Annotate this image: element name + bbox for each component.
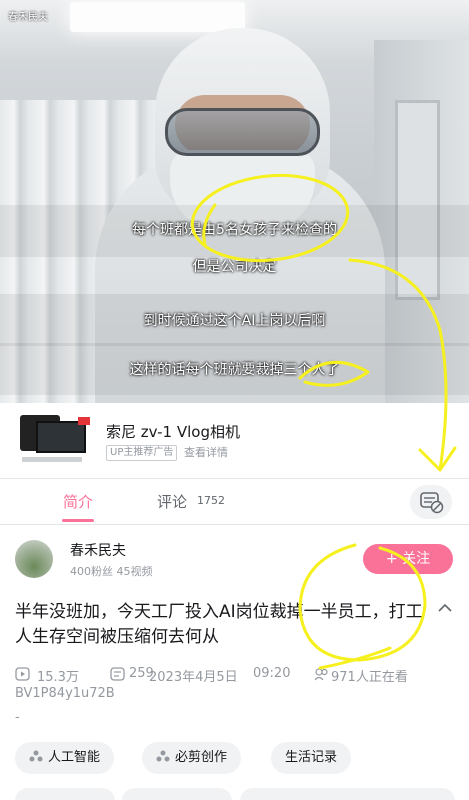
tag-chip[interactable]: 人工智能 xyxy=(15,742,115,774)
goggles xyxy=(165,108,320,156)
danmaku-icon xyxy=(110,667,125,681)
subtitle-line-1: 每个班都是由5名女孩子来检查的 xyxy=(132,222,337,238)
ad-title[interactable]: 索尼 zv-1 Vlog相机 xyxy=(106,421,240,442)
video-player[interactable]: 春禾民夫 每个班都是由5名女孩子来检查的 但是公司决定 到时候通过这个AI上岗以… xyxy=(0,0,469,403)
danmaku-toggle-button[interactable] xyxy=(410,485,452,519)
play-count-icon xyxy=(15,667,30,681)
topic-icon xyxy=(29,750,43,762)
tag-chip[interactable]: 必剪创作 xyxy=(142,742,242,774)
uploader-stats: 400粉丝 45视频 xyxy=(70,565,153,578)
ad-details-link[interactable]: 查看详情 xyxy=(184,445,228,461)
comments-count: 1752 xyxy=(197,494,225,507)
tag-chip[interactable] xyxy=(240,788,455,800)
tag-label: 人工智能 xyxy=(48,750,101,765)
tag-chip[interactable]: 生活记录 xyxy=(271,742,352,774)
tag-chip[interactable] xyxy=(15,788,115,800)
viewers-icon xyxy=(314,668,328,681)
tag-chip[interactable] xyxy=(122,788,232,800)
video-title: 半年没班加，今天工厂投入AI岗位裁掉一半员工，打工人生存空间被压缩何去何从 xyxy=(15,602,423,647)
ad-card[interactable]: 索尼 zv-1 Vlog相机 UP主推荐广告 查看详情 xyxy=(0,403,469,478)
danmaku-off-icon xyxy=(420,492,444,514)
camera-ad-image xyxy=(18,411,93,466)
annotation-tail xyxy=(318,646,392,670)
tab-active-indicator xyxy=(62,519,94,522)
watching-now: 971人正在看 xyxy=(331,670,408,685)
avatar[interactable] xyxy=(15,540,53,578)
uploader-name[interactable]: 春禾民夫 xyxy=(70,540,126,560)
ceiling-light xyxy=(70,2,245,32)
ad-badge: UP主推荐广告 xyxy=(106,445,178,461)
tag-label: 必剪创作 xyxy=(175,750,228,765)
subtitle-line-2: 但是公司决定 xyxy=(192,259,277,275)
topic-icon xyxy=(156,750,170,762)
subtitle-line-4: 这样的话每个班就要裁掉三个人了 xyxy=(129,362,340,378)
tab-bar: 简介 评论 1752 xyxy=(0,479,469,524)
tag-label: 生活记录 xyxy=(285,750,338,765)
video-meta: 15.3万 259 2023年4月5日 09:20 971人正在看 xyxy=(15,666,455,685)
subtitle-line-3: 到时候通过这个AI上岗以后啊 xyxy=(143,313,326,329)
follow-button[interactable]: + 关注 xyxy=(363,544,453,574)
description-placeholder: - xyxy=(15,710,20,725)
publish-time: 09:20 xyxy=(253,666,291,681)
tab-comments[interactable]: 评论 xyxy=(157,491,187,512)
tab-intro[interactable]: 简介 xyxy=(63,491,93,512)
view-count: 15.3万 xyxy=(37,670,79,685)
divider xyxy=(0,524,469,525)
video-watermark: 春禾民夫 xyxy=(8,12,48,23)
bvid: BV1P84y1u72B xyxy=(15,686,115,701)
chevron-up-icon[interactable] xyxy=(437,600,453,616)
publish-date: 2023年4月5日 xyxy=(149,670,238,685)
